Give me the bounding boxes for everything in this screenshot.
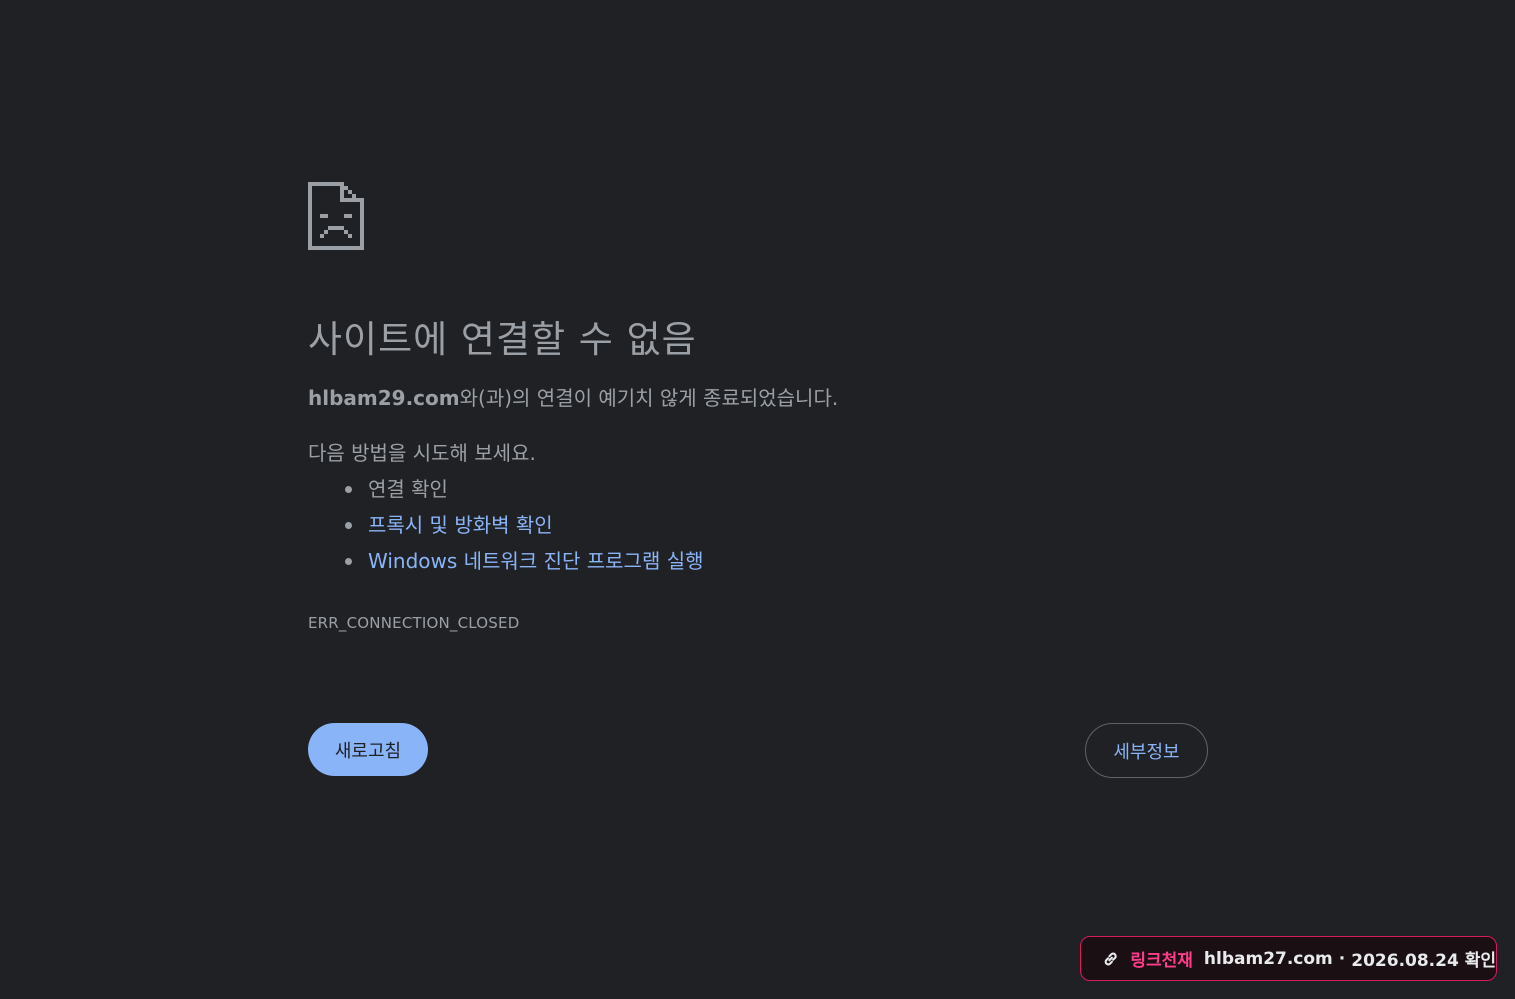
suggestion-run-diagnostics-link[interactable]: Windows 네트워크 진단 프로그램 실행 (368, 549, 704, 573)
sad-page-icon (308, 182, 364, 250)
error-description-text: 와(과)의 연결이 예기치 않게 종료되었습니다. (459, 386, 839, 410)
details-button[interactable]: 세부정보 (1085, 723, 1208, 778)
link-icon (1104, 952, 1117, 965)
link-badge[interactable]: 링크천재 hlbam27.com · 2026.08.24 확인 (1080, 936, 1497, 981)
list-item: 프록시 및 방화벽 확인 (345, 507, 1208, 543)
error-page: 사이트에 연결할 수 없음 hlbam29.com와(과)의 연결이 예기치 않… (308, 182, 1208, 633)
suggestions-list: 연결 확인 프록시 및 방화벽 확인 Windows 네트워크 진단 프로그램 … (308, 471, 1208, 579)
list-item: Windows 네트워크 진단 프로그램 실행 (345, 543, 1208, 579)
error-code: ERR_CONNECTION_CLOSED (308, 614, 520, 632)
reload-button[interactable]: 새로고침 (308, 723, 428, 776)
suggestion-check-connection: 연결 확인 (368, 477, 448, 501)
badge-domain: hlbam27.com (1203, 948, 1333, 969)
error-description: hlbam29.com와(과)의 연결이 예기치 않게 종료되었습니다. (308, 384, 1208, 412)
list-item: 연결 확인 (345, 471, 1208, 507)
suggestion-check-proxy-link[interactable]: 프록시 및 방화벽 확인 (368, 513, 553, 537)
suggestions-heading: 다음 방법을 시도해 보세요. (308, 441, 536, 465)
badge-separator: · (1338, 948, 1346, 969)
badge-brand: 링크천재 (1130, 951, 1193, 971)
error-host: hlbam29.com (308, 386, 460, 410)
page-title: 사이트에 연결할 수 없음 (308, 318, 697, 361)
badge-date: 2026.08.24 확인 (1351, 951, 1496, 971)
